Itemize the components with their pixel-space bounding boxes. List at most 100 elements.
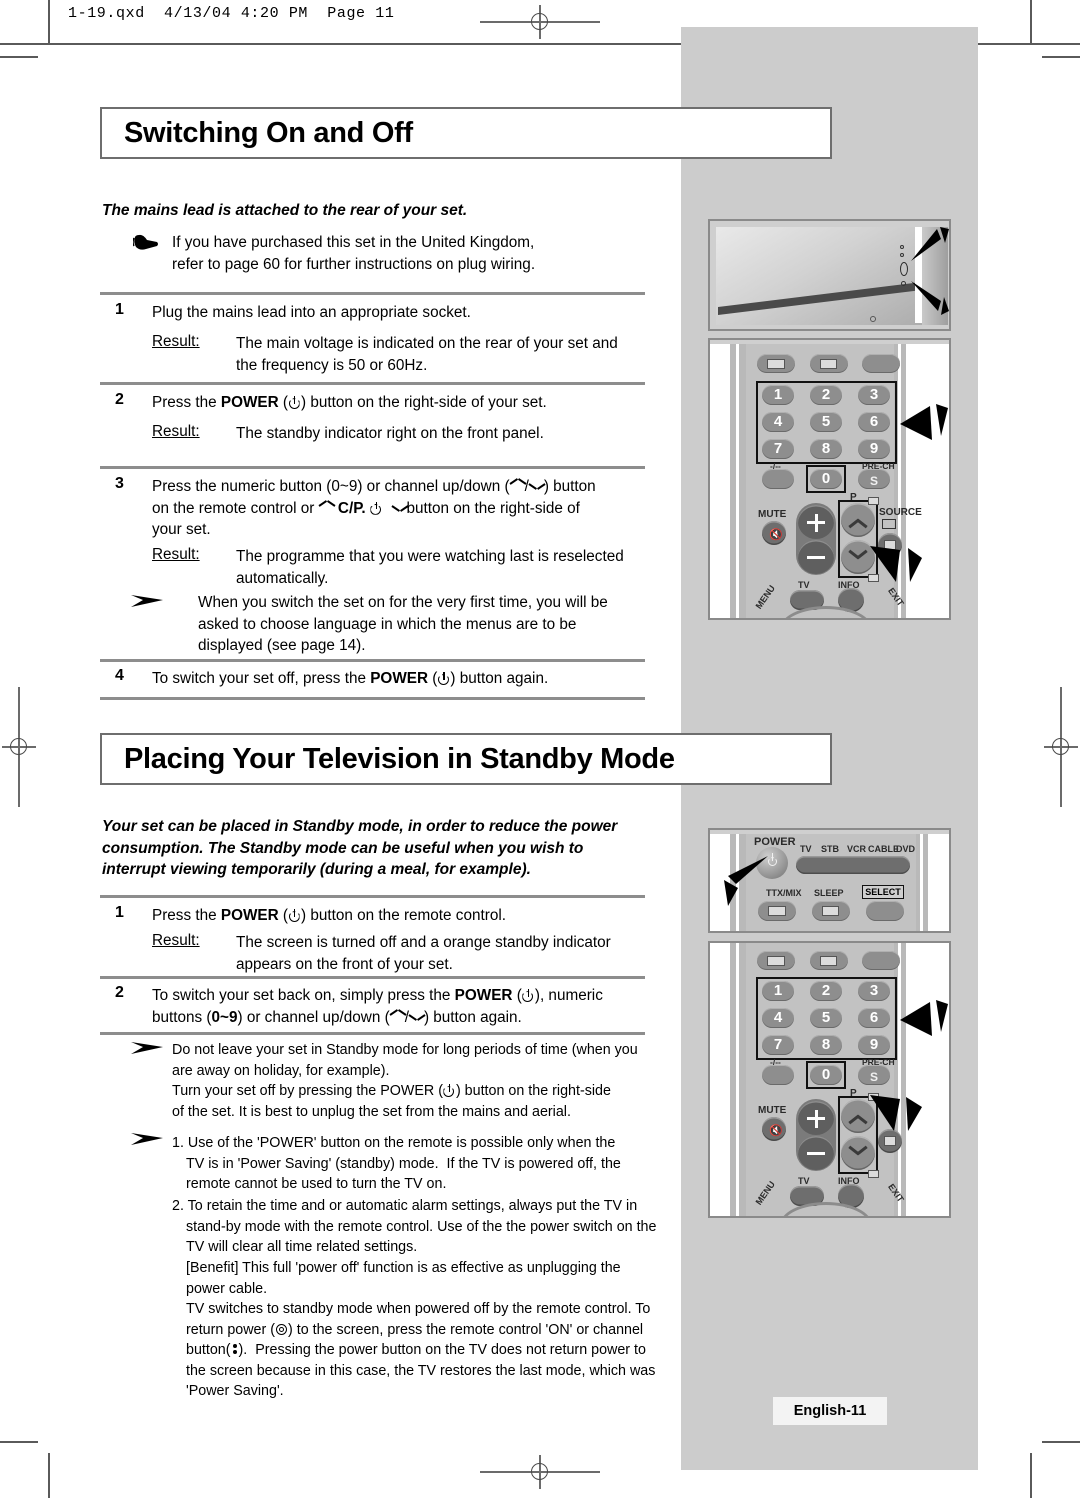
step-number-2-1: 1 — [115, 904, 124, 921]
step-2-bold: POWER — [220, 394, 279, 411]
step-4-bold: POWER — [370, 670, 429, 687]
registration-mark-top — [480, 5, 600, 39]
prech-glyph: S — [870, 474, 879, 488]
tv-label: TV — [798, 580, 810, 590]
select-button-3[interactable] — [862, 951, 900, 970]
note-tail-line-7: 'Power Saving'. — [186, 1383, 284, 1399]
select-button[interactable] — [862, 354, 900, 373]
numeric-key-8[interactable]: 8 — [810, 439, 842, 459]
result-line-2: the frequency is 50 or 60Hz. — [236, 356, 428, 374]
pointing-hand-icon — [132, 234, 159, 251]
power-glyph-icon-6 — [443, 1084, 456, 1097]
page-title-standby: Placing Your Television in Standby Mode — [124, 742, 675, 775]
arrow-bullet-icon-2 — [131, 1040, 165, 1056]
sb-step-1-bold: POWER — [220, 907, 279, 924]
step-3-c: on the remote control or — [152, 499, 315, 517]
plus-icon-v-b — [814, 1109, 818, 1128]
ttx-mix-icon — [767, 359, 785, 369]
minus-icon — [807, 556, 825, 559]
chevron-down-glyph-b — [856, 549, 868, 560]
note-a-line-1: Do not leave your set in Standby mode fo… — [172, 1042, 638, 1058]
crop-mark-top-right-v — [1030, 0, 1032, 45]
channel-dots-icon — [231, 1343, 239, 1356]
rule-s1-c — [100, 466, 645, 469]
mute-label-b: MUTE — [758, 1105, 787, 1116]
step-2-post: button on the right-side of your set. — [306, 394, 547, 411]
numeric-key-3-b[interactable]: 3 — [858, 981, 890, 1001]
result-3-line-2: automatically. — [236, 569, 329, 587]
numeric-key-7-b[interactable]: 7 — [762, 1035, 794, 1055]
numeric-key-1[interactable]: 1 — [762, 385, 794, 405]
numeric-key-9-b[interactable]: 9 — [858, 1035, 890, 1055]
volume-up-button[interactable] — [798, 505, 834, 539]
result-text-1-3: The programme that you were watching las… — [236, 546, 646, 589]
remote-b-seam-left — [736, 943, 739, 1216]
zero-key-highlight-box-2 — [806, 1061, 846, 1089]
numeric-key-3[interactable]: 3 — [858, 385, 890, 405]
step-number-1-1: 1 — [115, 301, 124, 318]
numeric-key-4[interactable]: 4 — [762, 412, 794, 432]
numeric-key-2[interactable]: 2 — [810, 385, 842, 405]
mode-label-tv: TV — [800, 844, 812, 854]
callout-wedge-power — [714, 854, 770, 915]
prech-glyph-b: S — [870, 1070, 879, 1084]
arrow-note-switching: When you switch the set on for the very … — [198, 592, 648, 657]
numeric-key-4-b[interactable]: 4 — [762, 1008, 794, 1028]
result-label-1-3: Result: — [152, 546, 200, 563]
registration-mark-right — [1044, 687, 1078, 807]
print-header-text: 1-19.qxd 4/13/04 4:20 PM Page 11 — [68, 5, 395, 22]
note-tail-line-3: TV switches to standby mode when powered… — [186, 1301, 651, 1317]
numeric-key-5-b[interactable]: 5 — [810, 1008, 842, 1028]
numeric-key-1-b[interactable]: 1 — [762, 981, 794, 1001]
rule-s2-a — [100, 895, 645, 898]
step-3-b: ) button — [543, 478, 596, 495]
intro-standby-line-2: consumption. The Standby mode can be use… — [102, 839, 584, 857]
sleep-icon-2 — [822, 906, 839, 916]
volume-down-button[interactable] — [798, 540, 834, 574]
numeric-key-5[interactable]: 5 — [810, 412, 842, 432]
power-label: POWER — [754, 836, 796, 848]
sb-result-1-line-1: The screen is turned off and a orange st… — [236, 934, 611, 951]
rule-s2-b — [100, 976, 645, 979]
source-icon — [882, 519, 896, 529]
sb-result-1-line-2: appears on the front of your set. — [236, 955, 453, 973]
step-2-pre: Press the — [152, 394, 221, 411]
numeric-key-9[interactable]: 9 — [858, 439, 890, 459]
numeric-key-7[interactable]: 7 — [762, 439, 794, 459]
step-4-post: button again. — [455, 670, 549, 687]
dashes-button-b[interactable] — [762, 1065, 794, 1085]
power-glyph-icon-2 — [370, 501, 383, 515]
result-label-1-2: Result: — [152, 423, 200, 440]
dashes-button[interactable] — [762, 469, 794, 489]
mode-label-dvd: DVD — [896, 844, 916, 854]
note-tail-line-6: the screen because in this case, the TV … — [186, 1362, 656, 1379]
select-button-2[interactable] — [866, 901, 904, 921]
callout-wedge-source — [870, 1091, 928, 1142]
note-a-line-2: are away on holiday, for example). — [172, 1062, 390, 1079]
illustration-remote-top: 1 2 3 4 5 6 7 8 9 -/-- PRE-CH 0 S MUTE 🔇… — [708, 338, 951, 620]
numeric-key-8-b[interactable]: 8 — [810, 1035, 842, 1055]
step-text-1-2: Press the POWER () button on the right-s… — [152, 394, 547, 411]
numeric-key-6-b[interactable]: 6 — [858, 1008, 890, 1028]
mode-selector-bar[interactable] — [796, 856, 910, 874]
tv-foot — [870, 316, 876, 322]
sb-step-2-a: To switch your set back on, simply press… — [152, 987, 455, 1004]
rule-s2-c — [100, 1032, 645, 1035]
numeric-key-2-b[interactable]: 2 — [810, 981, 842, 1001]
chevron-down-icon-3 — [408, 1011, 426, 1023]
channel-up-button[interactable] — [841, 503, 875, 537]
volume-down-button-b[interactable] — [798, 1136, 834, 1170]
note-tail-line-1: [Benefit] This full 'power off' function… — [186, 1260, 621, 1276]
step-number-2-2: 2 — [115, 984, 124, 1001]
illustration-remote-power: POWER TV STB VCR CABLE DVD TTX/MIX SLEEP… — [708, 828, 951, 933]
ttx-mix-label: TTX/MIX — [766, 888, 802, 898]
section-banner-switching: Switching On and Off — [100, 107, 832, 159]
result-text-1-1: The main voltage is indicated on the rea… — [236, 333, 636, 376]
mode-label-vcr: VCR — [847, 844, 867, 854]
crop-mark-top-left-h — [0, 56, 38, 58]
step-text-2-1: Press the POWER () button on the remote … — [152, 907, 506, 924]
chevron-down-icon — [528, 480, 546, 492]
numeric-key-6[interactable]: 6 — [858, 412, 890, 432]
plus-icon-v — [814, 513, 818, 532]
volume-up-button-b[interactable] — [798, 1101, 834, 1135]
